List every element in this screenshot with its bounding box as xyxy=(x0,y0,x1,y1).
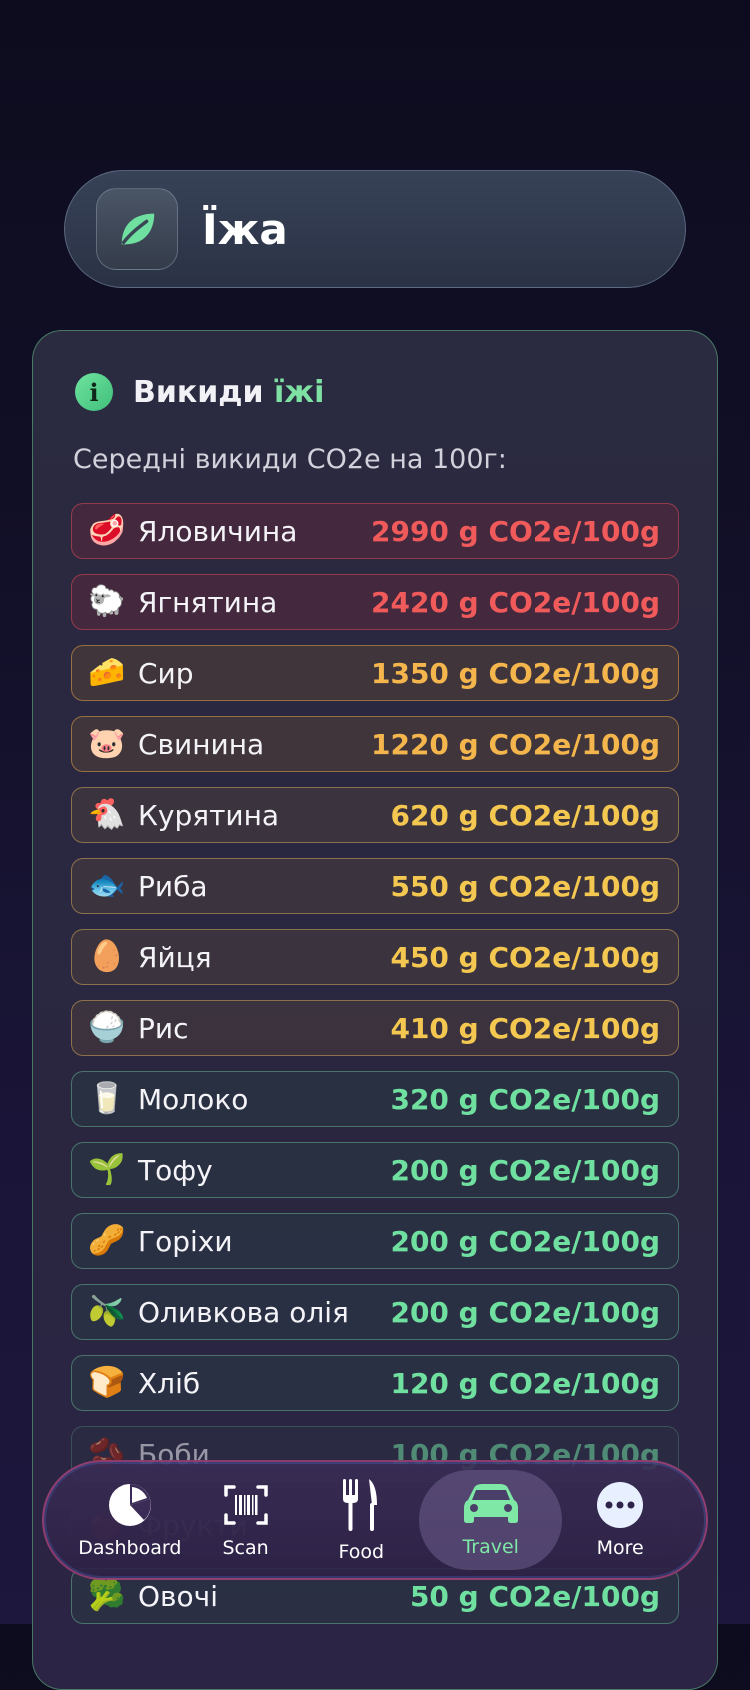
food-emoji-icon: 🍚 xyxy=(88,1010,126,1045)
emission-value: 50 g CO2e/100g xyxy=(409,1579,660,1613)
food-emoji-icon: 🥩 xyxy=(88,513,126,548)
food-name: Горіхи xyxy=(138,1224,233,1258)
food-emoji-icon: 🥜 xyxy=(88,1223,126,1258)
food-emoji-icon: 🌱 xyxy=(88,1152,126,1187)
food-name: Овочі xyxy=(138,1579,218,1613)
card-subtitle: Середні викиди CO2e на 100г: xyxy=(73,444,507,475)
food-name: Свинина xyxy=(138,727,265,761)
food-name: Хліб xyxy=(138,1366,201,1400)
card-title-part2: їжі xyxy=(273,374,325,410)
emission-value: 550 g CO2e/100g xyxy=(390,869,660,903)
food-name: Рис xyxy=(138,1011,189,1045)
tab-more[interactable]: More xyxy=(562,1470,678,1570)
car-icon xyxy=(463,1484,518,1523)
tab-scan[interactable]: Scan xyxy=(188,1470,304,1570)
food-emoji-icon: 🍞 xyxy=(88,1365,126,1400)
food-emoji-icon: 🥦 xyxy=(88,1578,126,1613)
leaf-icon xyxy=(96,188,178,270)
info-icon: i xyxy=(75,373,113,411)
food-name: Молоко xyxy=(138,1082,249,1116)
food-emoji-icon: 🥚 xyxy=(88,939,126,974)
emission-value: 1350 g CO2e/100g xyxy=(370,656,660,690)
emission-value: 620 g CO2e/100g xyxy=(390,798,660,832)
food-name: Ягнятина xyxy=(138,585,278,619)
pie-chart-icon xyxy=(108,1484,151,1526)
bottom-tab-bar: Dashboard Scan Food Travel More xyxy=(42,1460,708,1580)
tab-label-travel: Travel xyxy=(462,1536,519,1558)
tab-label-more: More xyxy=(596,1537,644,1559)
tab-travel[interactable]: Travel xyxy=(419,1470,563,1570)
food-emoji-icon: 🥛 xyxy=(88,1081,126,1116)
emission-value: 2990 g CO2e/100g xyxy=(370,514,660,548)
emission-row: 🥜 Горіхи 200 g CO2e/100g xyxy=(71,1213,679,1269)
emission-row: 🧀 Сир 1350 g CO2e/100g xyxy=(71,645,679,701)
emission-row: 🫒 Оливкова олія 200 g CO2e/100g xyxy=(71,1284,679,1340)
food-name: Яйця xyxy=(138,940,212,974)
emission-value: 200 g CO2e/100g xyxy=(390,1224,660,1258)
emission-row: 🥚 Яйця 450 g CO2e/100g xyxy=(71,929,679,985)
food-name: Риба xyxy=(138,869,208,903)
header-bar: Їжа xyxy=(64,170,686,288)
tab-dashboard[interactable]: Dashboard xyxy=(72,1470,188,1570)
emission-row: 🍚 Рис 410 g CO2e/100g xyxy=(71,1000,679,1056)
emission-row: 🐷 Свинина 1220 g CO2e/100g xyxy=(71,716,679,772)
food-emoji-icon: 🐷 xyxy=(88,726,126,761)
card-title: Викиди їжі xyxy=(133,375,324,410)
emission-value: 320 g CO2e/100g xyxy=(390,1082,660,1116)
card-header: i Викиди їжі xyxy=(75,373,324,411)
food-name: Тофу xyxy=(138,1153,213,1187)
emission-row: 🐑 Ягнятина 2420 g CO2e/100g xyxy=(71,574,679,630)
emission-value: 120 g CO2e/100g xyxy=(390,1366,660,1400)
emission-value: 410 g CO2e/100g xyxy=(390,1011,660,1045)
barcode-scan-icon xyxy=(223,1485,268,1525)
food-emoji-icon: 🫒 xyxy=(88,1294,126,1329)
ellipsis-icon xyxy=(597,1482,644,1528)
tab-label-scan: Scan xyxy=(222,1537,269,1559)
food-name: Курятина xyxy=(138,798,280,832)
emission-value: 200 g CO2e/100g xyxy=(390,1153,660,1187)
food-name: Оливкова олія xyxy=(138,1295,349,1329)
food-name: Сир xyxy=(138,656,194,690)
food-emoji-icon: 🧀 xyxy=(88,655,126,690)
food-emoji-icon: 🐑 xyxy=(88,584,126,619)
food-emoji-icon: 🐔 xyxy=(88,797,126,832)
emission-row: 🍞 Хліб 120 g CO2e/100g xyxy=(71,1355,679,1411)
tab-label-food: Food xyxy=(338,1541,385,1563)
emission-row: 🐔 Курятина 620 g CO2e/100g xyxy=(71,787,679,843)
emission-value: 200 g CO2e/100g xyxy=(390,1295,660,1329)
emission-row: 🥩 Яловичина 2990 g CO2e/100g xyxy=(71,503,679,559)
emission-value: 450 g CO2e/100g xyxy=(390,940,660,974)
food-name: Яловичина xyxy=(138,514,298,548)
tab-food[interactable]: Food xyxy=(303,1470,419,1570)
emission-row: 🐟 Риба 550 g CO2e/100g xyxy=(71,858,679,914)
page-title: Їжа xyxy=(202,204,288,254)
emission-row: 🌱 Тофу 200 g CO2e/100g xyxy=(71,1142,679,1198)
fork-knife-icon xyxy=(343,1479,378,1531)
tab-label-dashboard: Dashboard xyxy=(78,1537,182,1559)
emission-value: 2420 g CO2e/100g xyxy=(370,585,660,619)
food-emoji-icon: 🐟 xyxy=(88,868,126,903)
emission-value: 1220 g CO2e/100g xyxy=(370,727,660,761)
card-title-part1: Викиди xyxy=(133,374,264,410)
emission-row: 🥛 Молоко 320 g CO2e/100g xyxy=(71,1071,679,1127)
